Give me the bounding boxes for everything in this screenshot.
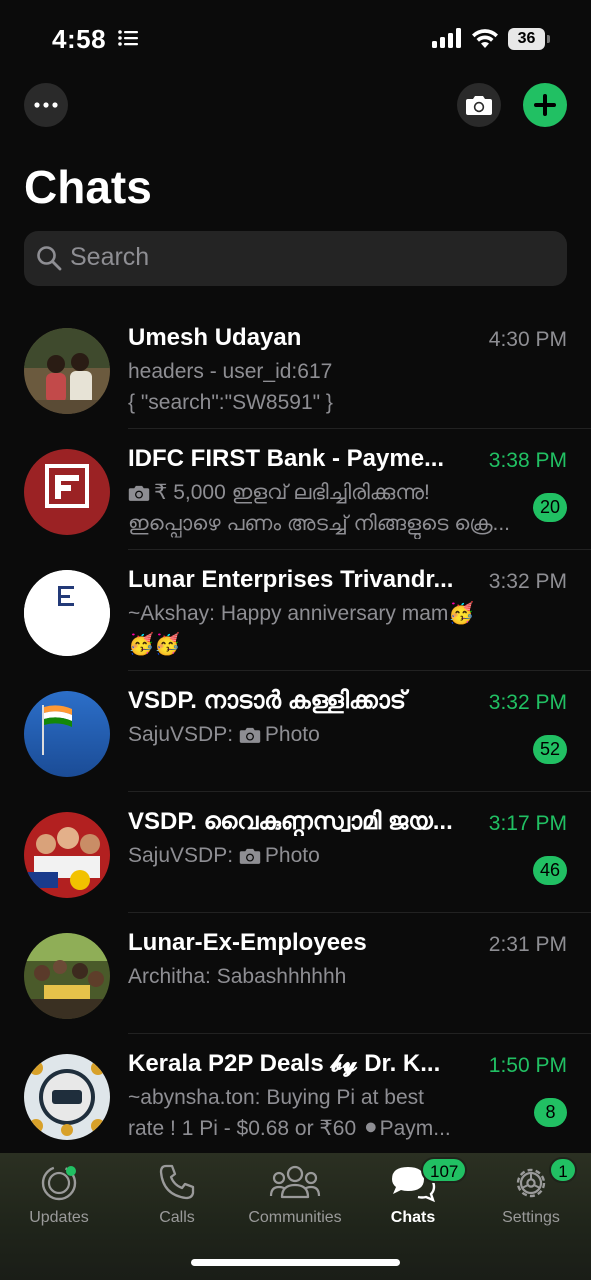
battery-level: 36 bbox=[508, 28, 545, 50]
avatar bbox=[24, 328, 110, 414]
more-options-button[interactable] bbox=[24, 83, 68, 127]
chat-row[interactable]: Lunar Enterprises Trivandr... 3:32 PM ~A… bbox=[0, 550, 591, 671]
unread-badge: 52 bbox=[532, 735, 567, 764]
tab-label: Updates bbox=[29, 1209, 89, 1226]
communities-icon bbox=[269, 1165, 321, 1199]
battery-icon: 36 bbox=[508, 28, 550, 50]
chat-preview: Architha: Sabashhhhhh bbox=[128, 961, 518, 1023]
unread-badge: 8 bbox=[534, 1098, 567, 1127]
new-chat-button[interactable] bbox=[523, 83, 567, 127]
chats-tab-badge: 107 bbox=[421, 1157, 468, 1183]
chat-time: 2:31 PM bbox=[488, 933, 567, 956]
avatar bbox=[24, 691, 110, 777]
plus-icon bbox=[534, 94, 556, 116]
sender-name: SajuVSDP: bbox=[128, 723, 234, 746]
chat-preview: ~abynsha.ton: Buying Pi at best rate ! 1… bbox=[128, 1082, 518, 1144]
preview-line: rate ! 1 Pi - $0.68 or ₹60 ⚫Paym... bbox=[128, 1117, 451, 1140]
camera-button[interactable] bbox=[457, 83, 501, 127]
chat-time: 3:32 PM bbox=[488, 691, 567, 714]
chat-name: Lunar Enterprises Trivandr... bbox=[128, 566, 454, 593]
tab-label: Chats bbox=[390, 1209, 436, 1226]
chat-row[interactable]: Umesh Udayan 4:30 PM headers - user_id:6… bbox=[0, 308, 591, 429]
camera-icon bbox=[128, 485, 150, 501]
search-bar[interactable]: Search bbox=[24, 231, 567, 286]
unread-badge: 20 bbox=[532, 493, 567, 522]
chat-preview: headers - user_id:617 { "search":"SW8591… bbox=[128, 356, 518, 418]
avatar bbox=[24, 570, 110, 656]
list-icon bbox=[118, 30, 138, 46]
tab-calls[interactable]: Calls bbox=[118, 1153, 236, 1253]
chat-preview: SajuVSDP: Photo bbox=[128, 719, 518, 781]
settings-tab-badge: 1 bbox=[549, 1157, 577, 1183]
preview-line: { "search":"SW8591" } bbox=[128, 391, 333, 414]
preview-line: ഇപ്പൊഴെ പണം അടച്ച് നിങ്ങളുടെ ക്രെ... bbox=[128, 512, 511, 535]
chat-preview: SajuVSDP: Photo bbox=[128, 840, 518, 902]
tab-settings[interactable]: 1 Settings bbox=[472, 1153, 590, 1253]
phone-icon bbox=[159, 1164, 195, 1200]
ellipsis-icon bbox=[34, 102, 58, 108]
signal-icon bbox=[432, 28, 461, 48]
chat-time: 3:38 PM bbox=[488, 449, 567, 472]
chat-row[interactable]: Lunar-Ex-Employees 2:31 PM Architha: Sab… bbox=[0, 913, 591, 1034]
avatar bbox=[24, 1054, 110, 1140]
chat-row[interactable]: IDFC FIRST Bank - Payme... 3:38 PM ₹ 5,0… bbox=[0, 429, 591, 550]
chat-name: Umesh Udayan bbox=[128, 324, 302, 351]
sender-name: ~abynsha.ton: bbox=[128, 1086, 261, 1109]
status-time: 4:58 bbox=[52, 24, 107, 54]
chat-name: VSDP. വൈകുണ്ഠസ്വാമി ജയ... bbox=[128, 808, 453, 835]
chat-name: Lunar-Ex-Employees bbox=[128, 929, 367, 956]
avatar bbox=[24, 933, 110, 1019]
search-input[interactable]: Search bbox=[70, 243, 149, 272]
chat-row[interactable]: VSDP. നാടാർ കള്ളിക്കാട് 3:32 PM SajuVSDP… bbox=[0, 671, 591, 792]
preview-line: Photo bbox=[264, 723, 320, 746]
page-title: Chats bbox=[24, 161, 152, 213]
preview-line: Sabashhhhhh bbox=[216, 965, 347, 988]
tab-communities[interactable]: Communities bbox=[236, 1153, 354, 1253]
avatar bbox=[24, 812, 110, 898]
chat-time: 1:50 PM bbox=[488, 1054, 567, 1077]
chat-row[interactable]: VSDP. വൈകുണ്ഠസ്വാമി ജയ... 3:17 PM SajuVS… bbox=[0, 792, 591, 913]
preview-line: Photo bbox=[264, 844, 320, 867]
chat-name: Kerala P2P Deals 𝓫𝔂 Dr. K... bbox=[128, 1050, 441, 1077]
gear-icon bbox=[516, 1168, 546, 1198]
preview-line: Happy anniversary mam🥳 bbox=[220, 602, 475, 625]
chat-list: Umesh Udayan 4:30 PM headers - user_id:6… bbox=[0, 308, 591, 1155]
wifi-icon bbox=[472, 29, 498, 48]
camera-icon bbox=[466, 96, 492, 115]
tab-label: Communities bbox=[248, 1209, 342, 1226]
home-indicator bbox=[191, 1259, 400, 1266]
sender-name: SajuVSDP: bbox=[128, 844, 234, 867]
search-icon bbox=[37, 246, 62, 271]
chat-preview: ₹ 5,000 ഇളവ് ലഭിച്ചിരിക്കുന്നു! ഇപ്പൊഴെ … bbox=[128, 477, 518, 539]
tab-updates[interactable]: Updates bbox=[0, 1153, 118, 1253]
sender-name: ~Akshay: bbox=[128, 602, 215, 625]
tab-label: Settings bbox=[502, 1209, 560, 1226]
chat-name: IDFC FIRST Bank - Payme... bbox=[128, 445, 445, 472]
chat-time: 3:32 PM bbox=[488, 570, 567, 593]
preview-line: 🥳🥳 bbox=[128, 633, 181, 656]
chat-time: 4:30 PM bbox=[488, 328, 567, 351]
chat-row[interactable]: Kerala P2P Deals 𝓫𝔂 Dr. K... 1:50 PM ~ab… bbox=[0, 1034, 591, 1155]
preview-line: Buying Pi at best bbox=[266, 1086, 424, 1109]
chat-time: 3:17 PM bbox=[488, 812, 567, 835]
status-bar: 4:58 36 bbox=[0, 0, 591, 80]
preview-line: headers - user_id:617 bbox=[128, 360, 333, 383]
avatar bbox=[24, 449, 110, 535]
camera-icon bbox=[239, 727, 261, 743]
preview-line: ₹ 5,000 ഇളവ് ലഭിച്ചിരിക്കുന്നു! bbox=[154, 481, 430, 504]
unread-badge: 46 bbox=[532, 856, 567, 885]
chat-name: VSDP. നാടാർ കള്ളിക്കാട് bbox=[128, 687, 407, 714]
tab-label: Calls bbox=[159, 1209, 195, 1226]
chat-preview: ~Akshay: Happy anniversary mam🥳 🥳🥳 bbox=[128, 598, 518, 660]
camera-icon bbox=[239, 848, 261, 864]
updates-icon bbox=[41, 1165, 77, 1201]
sender-name: Architha: bbox=[128, 965, 211, 988]
tab-chats[interactable]: 107 Chats bbox=[354, 1153, 472, 1253]
